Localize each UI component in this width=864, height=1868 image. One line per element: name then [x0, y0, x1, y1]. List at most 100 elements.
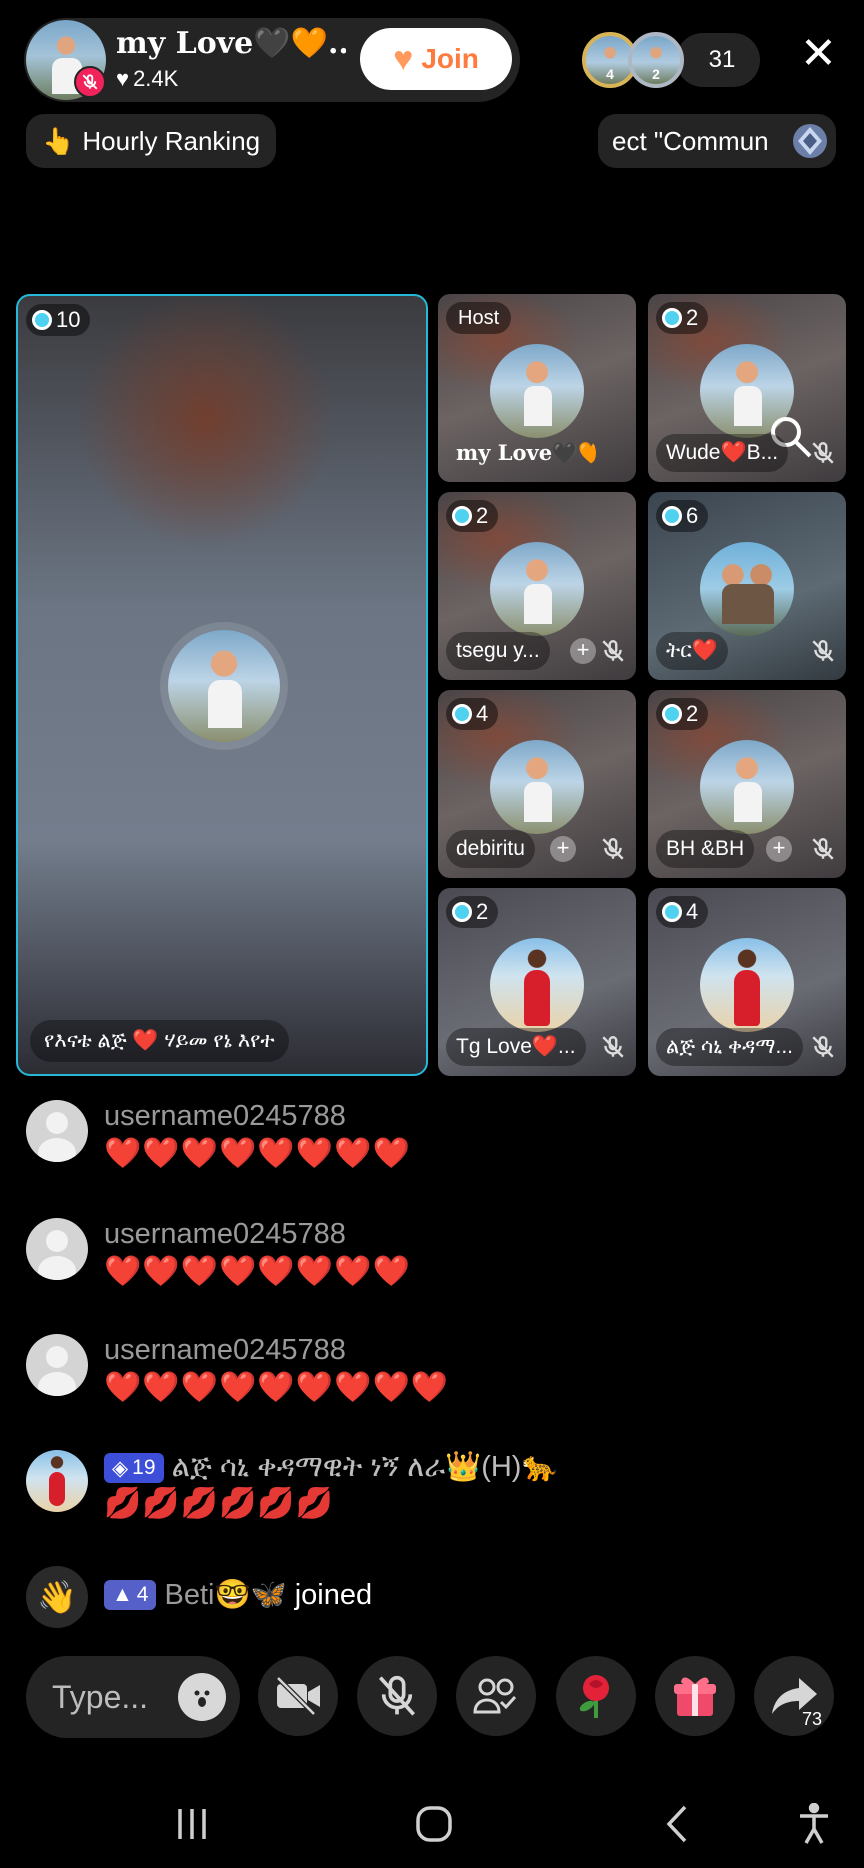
level-gem-icon [662, 902, 682, 922]
chat-message: ◈ 19 ልጅ ሳኒ ቀዳማዊት ነኝ ለራ👑(H)🐆 💋💋💋💋💋💋 [26, 1450, 846, 1530]
level-chip: ◈ 19 [104, 1453, 164, 1484]
level-value: 6 [686, 503, 699, 528]
level-gem-icon [662, 506, 682, 526]
seat-5[interactable]: 4 debiritu + [438, 690, 636, 878]
seat-name: Tg Love❤️... [446, 1028, 586, 1066]
mic-toggle-button[interactable] [357, 1656, 437, 1736]
seat-name: ልጅ ሳኒ ቀዳማ... [656, 1028, 803, 1066]
crystal-icon [793, 124, 827, 158]
viewer-count[interactable]: 31 [676, 33, 760, 87]
level-value: 2 [686, 305, 699, 330]
mic-off-icon [812, 1036, 834, 1058]
chat-username[interactable]: Beti🤓🦋 [164, 1578, 286, 1612]
chat-input[interactable]: Type... [26, 1656, 240, 1738]
chat-username-line[interactable]: ◈ 19 ልጅ ሳኒ ቀዳማዊት ነኝ ለራ👑(H)🐆 [104, 1450, 558, 1484]
emoji-icon[interactable] [178, 1673, 226, 1721]
mic-off-icon [602, 838, 624, 860]
level-value: 4 [476, 701, 489, 726]
level-value: 10 [56, 307, 81, 332]
co-host-icon [473, 1678, 517, 1714]
join-label: Join [421, 43, 479, 74]
rose-button[interactable] [556, 1656, 636, 1736]
level-value: 19 [132, 1456, 156, 1480]
back-icon[interactable] [662, 1800, 692, 1848]
seat-name: tsegu y... [446, 632, 550, 670]
seat-3[interactable]: 2 tsegu y... + [438, 492, 636, 680]
chat-text: 💋💋💋💋💋💋 [104, 1487, 335, 1520]
level-badge: 2 [446, 500, 499, 532]
chat-avatar[interactable] [26, 1450, 88, 1512]
viewer-avatar-top2[interactable]: 2 [628, 32, 684, 88]
community-chip[interactable]: ect "Commun [598, 114, 836, 168]
top-viewers[interactable]: 4 2 31 [582, 32, 760, 88]
seat-2[interactable]: 2 Wude❤️B... [648, 294, 846, 482]
follow-plus-icon[interactable]: + [766, 836, 792, 862]
chat-text: ❤️❤️❤️❤️❤️❤️❤️❤️ [104, 1255, 411, 1288]
wave-hand-icon[interactable]: 👋 [26, 1566, 88, 1628]
seat-6[interactable]: 2 BH &BH + [648, 690, 846, 878]
share-button[interactable]: 73 [754, 1656, 834, 1736]
co-host-button[interactable] [456, 1656, 536, 1736]
level-badge: 2 [656, 302, 709, 334]
chat-avatar[interactable] [26, 1100, 88, 1162]
seat-host[interactable]: Host my Love🖤🧡❤️ [438, 294, 636, 482]
chat-message: username0245788 ❤️❤️❤️❤️❤️❤️❤️❤️ [26, 1218, 846, 1298]
level-badge: 10 [26, 304, 91, 336]
seat-avatar[interactable] [490, 938, 584, 1032]
camera-off-button[interactable] [258, 1656, 338, 1736]
host-likes: ♥ 2.4K [116, 66, 178, 92]
level-value: 2 [686, 701, 699, 726]
level-chip: ▲ 4 [104, 1580, 157, 1610]
muted-mic-icon [74, 66, 106, 98]
main-seat[interactable]: 10 የእናቴ ልጅ ❤️ ሃይመ የኔ እየተ [16, 294, 428, 1076]
chat-text: ❤️❤️❤️❤️❤️❤️❤️❤️❤️ [104, 1371, 450, 1404]
seat-avatar[interactable] [490, 740, 584, 834]
host-tag: Host [446, 302, 512, 334]
level-gem-icon [662, 704, 682, 724]
heart-icon: ♥ [116, 66, 130, 91]
seat-avatar[interactable] [490, 344, 584, 438]
seat-8[interactable]: 4 ልጅ ሳኒ ቀዳማ... [648, 888, 846, 1076]
seat-name: ትር❤️ [656, 632, 728, 670]
join-button[interactable]: ♥ Join [360, 28, 512, 90]
chat-username[interactable]: username0245788 [104, 1334, 346, 1367]
chat-input-placeholder: Type... [52, 1678, 149, 1715]
level-gem-icon [452, 704, 472, 724]
chat-avatar[interactable] [26, 1218, 88, 1280]
seat-4[interactable]: 6 ትር❤️ [648, 492, 846, 680]
follow-plus-icon[interactable]: + [550, 836, 576, 862]
rose-icon [579, 1675, 609, 1718]
gift-icon [674, 1677, 716, 1716]
seat-avatar[interactable] [700, 938, 794, 1032]
seat-name: debiritu [446, 830, 535, 868]
chat-message: username0245788 ❤️❤️❤️❤️❤️❤️❤️❤️❤️ [26, 1334, 846, 1414]
chat-avatar[interactable] [26, 1334, 88, 1396]
level-badge: 4 [446, 698, 499, 730]
follow-plus-icon[interactable]: + [570, 638, 596, 664]
share-count: 73 [801, 1709, 822, 1729]
join-action: joined [294, 1578, 373, 1611]
seat-avatar[interactable] [700, 542, 794, 636]
accessibility-icon[interactable] [796, 1800, 832, 1848]
level-badge: 4 [656, 896, 709, 928]
close-icon[interactable]: ✕ [800, 32, 837, 76]
seat-name: የእናቴ ልጅ ❤️ ሃይመ የኔ እየተ [30, 1020, 289, 1062]
mic-off-icon [602, 640, 624, 662]
host-likes-count: 2.4K [133, 66, 179, 91]
recents-icon[interactable] [172, 1800, 212, 1848]
chat-join-notice: 👋 ▲ 4 Beti🤓🦋 joined [26, 1566, 846, 1630]
seat-7[interactable]: 2 Tg Love❤️... [438, 888, 636, 1076]
chat-username[interactable]: username0245788 [104, 1100, 346, 1133]
home-icon[interactable] [414, 1800, 454, 1848]
seat-avatar[interactable] [168, 630, 280, 742]
level-badge: 2 [656, 698, 709, 730]
gift-button[interactable] [655, 1656, 735, 1736]
chat-message: username0245788 ❤️❤️❤️❤️❤️❤️❤️❤️ [26, 1100, 846, 1180]
level-gem-icon [452, 506, 472, 526]
mic-off-icon [602, 1036, 624, 1058]
hourly-ranking-chip[interactable]: 👆 Hourly Ranking [26, 114, 277, 168]
seat-avatar[interactable] [700, 740, 794, 834]
level-value: 2 [476, 503, 489, 528]
seat-avatar[interactable] [490, 542, 584, 636]
chat-username[interactable]: username0245788 [104, 1218, 346, 1251]
